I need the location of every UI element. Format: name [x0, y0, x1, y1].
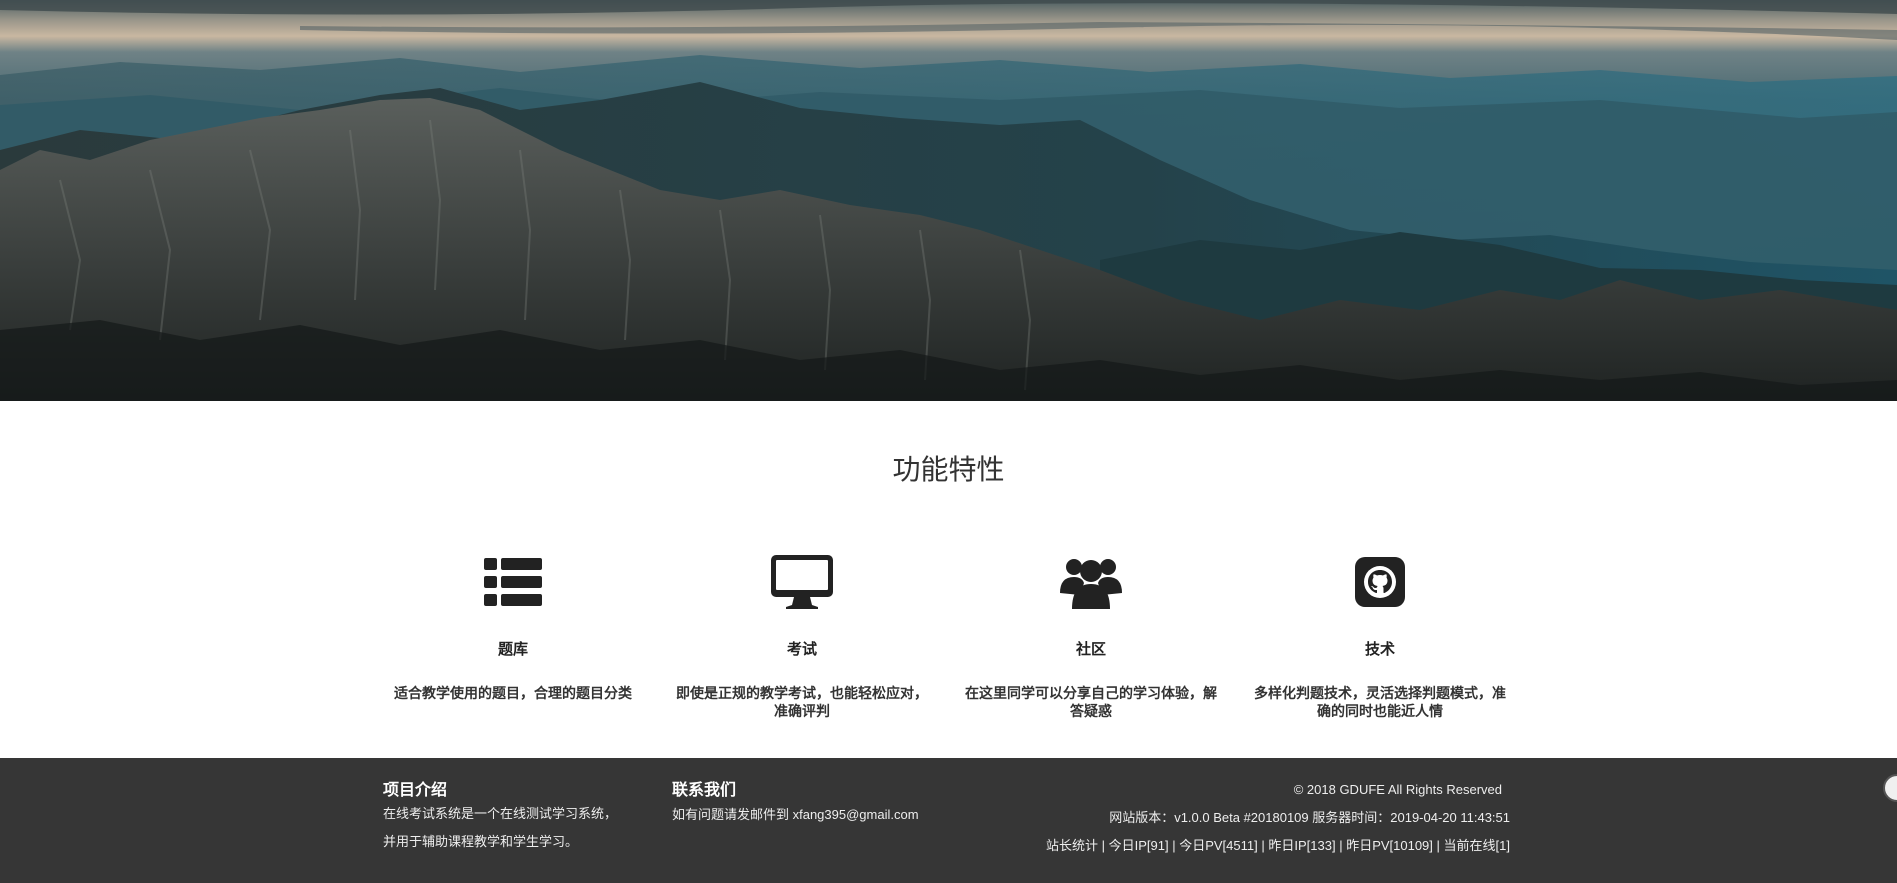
- github-icon: [1245, 550, 1515, 614]
- feature-desc: 多样化判题技术，灵活选择判题模式，准确的同时也能近人情: [1254, 686, 1506, 720]
- copyright-text: © 2018 GDUFE All Rights Reserved: [1293, 782, 1502, 797]
- feature-name: 考试: [786, 640, 817, 658]
- today-pv: 今日PV[4511]: [1179, 838, 1258, 853]
- list-icon: [378, 550, 648, 614]
- feature-desc: 在这里同学可以分享自己的学习体验，解答疑惑: [965, 686, 1217, 720]
- about-title: 项目介绍: [383, 780, 448, 799]
- features-title: 功能特性: [892, 453, 1005, 486]
- monitor-icon: [667, 550, 937, 614]
- feature-desc: 即使是正规的教学考试，也能轻松应对，准确评判: [676, 686, 928, 720]
- about-text: 在线考试系统是一个在线测试学习系统， 并用于辅助课程教学和学生学习。: [383, 800, 653, 856]
- feature-community: 社区 在这里同学可以分享自己的学习体验，解答疑惑: [956, 550, 1226, 721]
- contact-text[interactable]: 如有问题请发邮件到 xfang395@gmail.com: [672, 804, 972, 826]
- footer: 项目介绍 在线考试系统是一个在线测试学习系统， 并用于辅助课程教学和学生学习。 …: [0, 758, 1897, 883]
- feature-name: 社区: [1075, 640, 1106, 658]
- floating-side-button[interactable]: [1883, 774, 1897, 802]
- footer-info: © 2018 GDUFE All Rights Reserved 网站版本：v1…: [1046, 776, 1510, 860]
- feature-name: 技术: [1364, 640, 1395, 658]
- today-ip: 今日IP[91]: [1108, 838, 1169, 853]
- feature-question-bank: 题库 适合教学使用的题目，合理的题目分类: [378, 550, 648, 703]
- feature-exam: 考试 即使是正规的教学考试，也能轻松应对，准确评判: [667, 550, 937, 721]
- feature-name: 题库: [497, 640, 528, 658]
- yesterday-ip: 昨日IP[133]: [1268, 838, 1336, 853]
- yesterday-pv: 昨日PV[10109]: [1346, 838, 1433, 853]
- about-line-1: 在线考试系统是一个在线测试学习系统，: [383, 806, 618, 821]
- version-info: 网站版本：v1.0.0 Beta #20180109 服务器时间：2019-04…: [1109, 810, 1510, 825]
- about-line-2: 并用于辅助课程教学和学生学习。: [383, 834, 579, 849]
- site-stats: 站长统计 | 今日IP[91] | 今日PV[4511] | 昨日IP[133]…: [1045, 838, 1510, 853]
- online-count: 当前在线[1]: [1443, 838, 1510, 853]
- stats-link[interactable]: 站长统计: [1046, 838, 1098, 853]
- hero-banner: [0, 0, 1897, 401]
- mountain-landscape-image: [0, 0, 1897, 401]
- footer-contact: 联系我们 如有问题请发邮件到 xfang395@gmail.com: [672, 776, 972, 826]
- users-icon: [956, 550, 1226, 614]
- footer-about: 项目介绍 在线考试系统是一个在线测试学习系统， 并用于辅助课程教学和学生学习。: [383, 776, 653, 856]
- contact-title: 联系我们: [672, 780, 737, 799]
- feature-desc: 适合教学使用的题目，合理的题目分类: [394, 686, 632, 702]
- feature-technology: 技术 多样化判题技术，灵活选择判题模式，准确的同时也能近人情: [1245, 550, 1515, 721]
